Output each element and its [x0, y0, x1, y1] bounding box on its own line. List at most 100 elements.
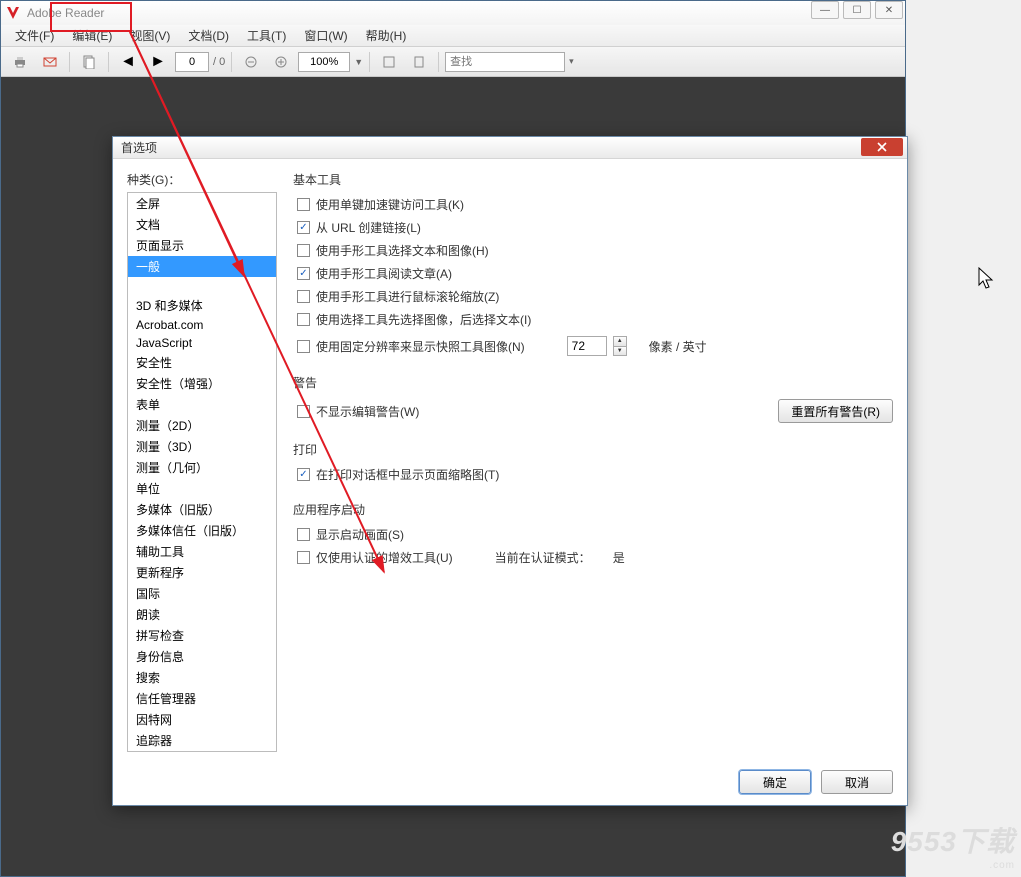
fixed-res-unit: 像素 / 英寸: [649, 338, 707, 355]
hide-edit-warn-label: 不显示编辑警告(W): [316, 403, 419, 420]
category-item[interactable]: Acrobat.com: [128, 316, 276, 334]
category-item[interactable]: 多媒体（旧版）: [128, 499, 276, 520]
menu-file[interactable]: 文件(F): [7, 25, 62, 46]
category-label: 种类(G)：: [127, 171, 279, 188]
window-controls: — ☐ ✕: [811, 1, 903, 19]
category-item[interactable]: 信任管理器: [128, 688, 276, 709]
page-number-input[interactable]: [175, 52, 209, 72]
splash-label: 显示启动画面(S): [316, 526, 404, 543]
basic-tool-checkbox[interactable]: [297, 290, 310, 303]
fixed-res-checkbox[interactable]: [297, 340, 310, 353]
page-count-icon[interactable]: [76, 51, 102, 73]
group-title-basic: 基本工具: [293, 171, 893, 188]
zoom-input[interactable]: [298, 52, 350, 72]
category-item[interactable]: 文档: [128, 214, 276, 235]
fit-page-button[interactable]: [406, 51, 432, 73]
toolbar: ◄ ► / 0 ▼ ▾: [1, 47, 905, 77]
category-item[interactable]: 页面显示: [128, 235, 276, 256]
app-title: Adobe Reader: [27, 6, 104, 20]
close-button[interactable]: ✕: [875, 1, 903, 19]
category-item[interactable]: 测量（3D）: [128, 436, 276, 457]
category-item[interactable]: [128, 277, 276, 295]
dialog-close-button[interactable]: [861, 138, 903, 156]
menu-document[interactable]: 文档(D): [180, 25, 237, 46]
category-item[interactable]: 因特网: [128, 709, 276, 730]
search-input[interactable]: [445, 52, 565, 72]
zoom-out-button[interactable]: [238, 51, 264, 73]
basic-tool-checkbox[interactable]: [297, 313, 310, 326]
basic-tool-row: 使用手形工具选择文本和图像(H): [297, 242, 893, 259]
ok-button[interactable]: 确定: [739, 770, 811, 794]
titlebar: Adobe Reader — ☐ ✕: [1, 1, 905, 25]
fixed-res-row: 使用固定分辨率来显示快照工具图像(N) ▲▼ 像素 / 英寸: [297, 336, 893, 356]
fixed-res-label: 使用固定分辨率来显示快照工具图像(N): [316, 338, 525, 355]
basic-tool-checkbox[interactable]: [297, 221, 310, 234]
preferences-dialog: 首选项 种类(G)： 全屏文档页面显示一般 3D 和多媒体Acrobat.com…: [112, 136, 908, 806]
basic-tool-checkbox[interactable]: [297, 267, 310, 280]
fit-width-button[interactable]: [376, 51, 402, 73]
toolbar-separator: [231, 52, 232, 72]
menu-help[interactable]: 帮助(H): [358, 25, 415, 46]
basic-tool-checkbox[interactable]: [297, 244, 310, 257]
category-item[interactable]: 测量（几何）: [128, 457, 276, 478]
print-button[interactable]: [7, 51, 33, 73]
email-button[interactable]: [37, 51, 63, 73]
page-total: / 0: [213, 56, 225, 68]
splash-checkbox[interactable]: [297, 528, 310, 541]
category-item[interactable]: 更新程序: [128, 562, 276, 583]
category-item[interactable]: 追踪器: [128, 730, 276, 751]
basic-tool-checkbox[interactable]: [297, 198, 310, 211]
category-item[interactable]: 搜索: [128, 667, 276, 688]
category-item[interactable]: 一般: [128, 256, 276, 277]
group-title-printing: 打印: [293, 441, 893, 458]
basic-tool-label: 使用选择工具先选择图像，后选择文本(I): [316, 311, 531, 328]
group-printing: 打印 在打印对话框中显示页面缩略图(T): [293, 441, 893, 483]
dialog-titlebar: 首选项: [113, 137, 907, 159]
category-item[interactable]: JavaScript: [128, 334, 276, 352]
category-item[interactable]: 单位: [128, 478, 276, 499]
menu-view[interactable]: 视图(V): [122, 25, 178, 46]
group-warnings: 警告 不显示编辑警告(W) 重置所有警告(R): [293, 374, 893, 423]
prev-page-button[interactable]: ◄: [115, 51, 141, 73]
certified-label: 仅使用认证的增效工具(U): [316, 549, 453, 566]
dialog-body: 种类(G)： 全屏文档页面显示一般 3D 和多媒体Acrobat.comJava…: [113, 159, 907, 759]
dialog-title: 首选项: [121, 139, 157, 156]
category-item[interactable]: 辅助工具: [128, 541, 276, 562]
print-thumb-label: 在打印对话框中显示页面缩略图(T): [316, 466, 499, 483]
splash-row: 显示启动画面(S): [297, 526, 893, 543]
maximize-button[interactable]: ☐: [843, 1, 871, 19]
toolbar-separator: [438, 52, 439, 72]
category-item[interactable]: 多媒体信任（旧版）: [128, 520, 276, 541]
fixed-res-value[interactable]: [567, 336, 607, 356]
minimize-button[interactable]: —: [811, 1, 839, 19]
certified-checkbox[interactable]: [297, 551, 310, 564]
print-thumb-checkbox[interactable]: [297, 468, 310, 481]
category-item[interactable]: 拼写检查: [128, 625, 276, 646]
settings-pane: 基本工具 使用单键加速键访问工具(K)从 URL 创建链接(L)使用手形工具选择…: [293, 171, 893, 747]
category-list[interactable]: 全屏文档页面显示一般 3D 和多媒体Acrobat.comJavaScript安…: [127, 192, 277, 752]
zoom-dropdown-icon[interactable]: ▼: [354, 57, 363, 67]
category-item[interactable]: 国际: [128, 583, 276, 604]
category-item[interactable]: 表单: [128, 394, 276, 415]
category-item[interactable]: 安全性（增强）: [128, 373, 276, 394]
reset-warnings-button[interactable]: 重置所有警告(R): [778, 399, 893, 423]
category-item[interactable]: 测量（2D）: [128, 415, 276, 436]
cancel-button[interactable]: 取消: [821, 770, 893, 794]
category-item[interactable]: 全屏: [128, 193, 276, 214]
basic-tool-label: 从 URL 创建链接(L): [316, 219, 421, 236]
fixed-res-spinner[interactable]: ▲▼: [613, 336, 627, 356]
next-page-button[interactable]: ►: [145, 51, 171, 73]
category-item[interactable]: 朗读: [128, 604, 276, 625]
toolbar-separator: [69, 52, 70, 72]
search-dropdown-icon[interactable]: ▾: [569, 56, 574, 67]
category-item[interactable]: 3D 和多媒体: [128, 295, 276, 316]
menu-window[interactable]: 窗口(W): [296, 25, 355, 46]
adobe-logo-icon: [5, 5, 21, 21]
hide-edit-warn-checkbox[interactable]: [297, 405, 310, 418]
category-item[interactable]: 安全性: [128, 352, 276, 373]
zoom-in-button[interactable]: [268, 51, 294, 73]
watermark: 9553下载 .com: [891, 820, 1015, 871]
menu-edit[interactable]: 编辑(E): [64, 25, 120, 46]
menu-tools[interactable]: 工具(T): [239, 25, 294, 46]
category-item[interactable]: 身份信息: [128, 646, 276, 667]
